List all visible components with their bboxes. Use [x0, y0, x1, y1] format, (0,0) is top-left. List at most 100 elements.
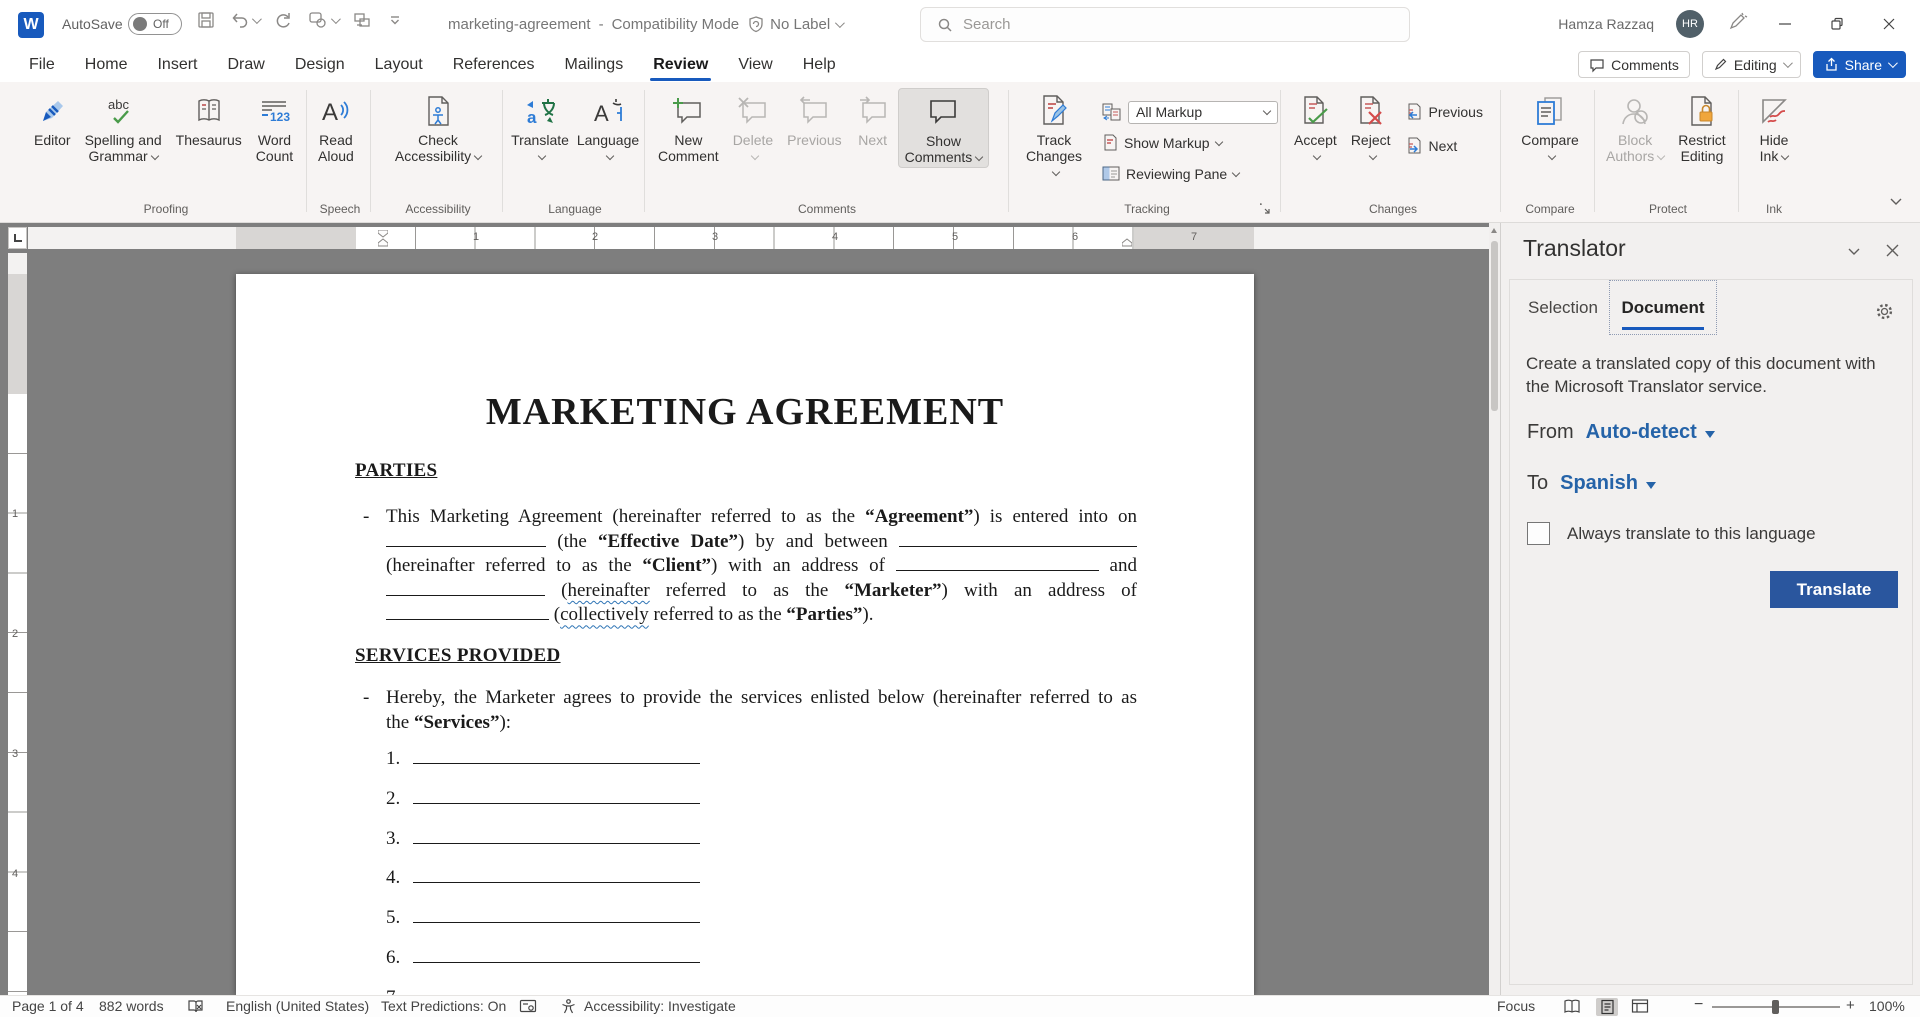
- search-box[interactable]: [920, 7, 1410, 42]
- reject-button[interactable]: Reject: [1345, 88, 1397, 160]
- accept-button[interactable]: Accept: [1288, 88, 1343, 160]
- focus-button[interactable]: Focus: [1497, 998, 1535, 1014]
- collapse-ribbon-button[interactable]: [1888, 193, 1904, 214]
- always-translate-checkbox[interactable]: [1527, 522, 1550, 545]
- vertical-ruler[interactable]: 1 2 3 4: [8, 253, 27, 995]
- show-comments-button[interactable]: ShowComments: [898, 88, 990, 168]
- word-count-button[interactable]: 123 WordCount: [250, 88, 299, 166]
- read-aloud-button[interactable]: A ReadAloud: [312, 88, 360, 166]
- undo-button[interactable]: [230, 10, 259, 30]
- tab-review[interactable]: Review: [638, 48, 723, 82]
- sensitivity-button[interactable]: No Label: [747, 15, 842, 33]
- proofing-status-button[interactable]: [187, 998, 204, 1017]
- web-layout-button[interactable]: [1631, 998, 1649, 1017]
- next-change-button[interactable]: Next: [1405, 134, 1483, 158]
- compare-button[interactable]: Compare: [1515, 88, 1585, 160]
- tab-document[interactable]: Document: [1609, 280, 1717, 335]
- markup-select[interactable]: All Markup: [1128, 101, 1278, 124]
- print-layout-button[interactable]: [1596, 998, 1618, 1016]
- thesaurus-button[interactable]: Thesaurus: [170, 88, 248, 150]
- tab-selection[interactable]: Selection: [1528, 298, 1598, 318]
- group-label-compare: Compare: [1508, 202, 1592, 216]
- tracking-dialog-launcher[interactable]: [1258, 202, 1272, 216]
- translate-button[interactable]: a Translate: [508, 88, 572, 160]
- share-button[interactable]: Share: [1813, 51, 1906, 78]
- language-button[interactable]: A Language: [574, 88, 642, 160]
- left-indent-marker[interactable]: [378, 230, 388, 252]
- close-button[interactable]: [1874, 9, 1904, 39]
- hide-ink-button[interactable]: HideInk: [1752, 88, 1796, 166]
- always-translate-label: Always translate to this language: [1567, 524, 1816, 544]
- scrollbar-thumb[interactable]: [1491, 241, 1498, 411]
- spelling-grammar-button[interactable]: abc Spelling andGrammar: [79, 88, 168, 166]
- tab-file[interactable]: File: [14, 48, 70, 82]
- from-language-dropdown[interactable]: Auto-detect: [1586, 421, 1715, 444]
- show-markup-label: Show Markup: [1124, 135, 1210, 151]
- svg-text:abc: abc: [108, 97, 129, 112]
- user-name: Hamza Razzaq: [1558, 16, 1654, 32]
- shapes-button[interactable]: [307, 10, 338, 30]
- restore-button[interactable]: [1822, 9, 1852, 39]
- horizontal-ruler[interactable]: 1 2 3 4 5 6 7: [28, 227, 1489, 249]
- scroll-up-icon[interactable]: [1491, 228, 1497, 233]
- zoom-slider-thumb[interactable]: [1772, 1000, 1779, 1014]
- autosave-toggle[interactable]: Off: [128, 13, 182, 35]
- tab-home[interactable]: Home: [70, 48, 143, 82]
- avatar[interactable]: HR: [1676, 10, 1704, 38]
- zoom-out-button[interactable]: −: [1694, 996, 1703, 1014]
- restrict-editing-button[interactable]: RestrictEditing: [1672, 88, 1731, 166]
- read-mode-button[interactable]: [1563, 998, 1581, 1017]
- tab-references[interactable]: References: [438, 48, 550, 82]
- previous-change-label: Previous: [1429, 104, 1483, 120]
- editor-button[interactable]: Editor: [28, 88, 77, 150]
- document-page[interactable]: MARKETING AGREEMENT PARTIES - This Marke…: [236, 274, 1254, 995]
- tab-design[interactable]: Design: [280, 48, 360, 82]
- tab-stop-selector[interactable]: [8, 227, 27, 249]
- close-pane-button[interactable]: [1885, 243, 1900, 263]
- translate-action-button[interactable]: Translate: [1770, 571, 1898, 608]
- tab-help[interactable]: Help: [788, 48, 851, 82]
- tab-layout[interactable]: Layout: [360, 48, 438, 82]
- tab-mailings[interactable]: Mailings: [550, 48, 639, 82]
- editing-mode-button[interactable]: Editing: [1702, 51, 1801, 78]
- reviewing-pane-button[interactable]: Reviewing Pane: [1102, 162, 1278, 186]
- save-button[interactable]: [196, 10, 216, 30]
- gear-icon: [1875, 302, 1894, 321]
- translator-settings-button[interactable]: [1875, 302, 1894, 326]
- pen-sparkle-button[interactable]: [1726, 11, 1748, 38]
- search-input[interactable]: [963, 16, 1363, 33]
- collapse-pane-button[interactable]: [1846, 243, 1862, 264]
- customize-qat-button[interactable]: [388, 13, 402, 27]
- status-monitor-icon: [519, 998, 537, 1015]
- new-comment-button[interactable]: NewComment: [652, 88, 725, 166]
- accessibility-indicator[interactable]: Accessibility: Investigate: [584, 998, 736, 1014]
- previous-change-button[interactable]: Previous: [1405, 100, 1483, 124]
- show-markup-button[interactable]: Show Markup: [1102, 131, 1278, 155]
- zoom-in-button[interactable]: +: [1846, 997, 1855, 1014]
- touch-mode-button[interactable]: [352, 10, 374, 30]
- status-monitor-button[interactable]: [519, 998, 537, 1017]
- ruler-number: 1: [473, 231, 479, 243]
- tab-insert[interactable]: Insert: [142, 48, 212, 82]
- check-accessibility-button[interactable]: CheckAccessibility: [389, 88, 487, 166]
- redo-icon: [273, 10, 293, 30]
- shapes-icon: [307, 10, 329, 30]
- show-markup-icon: [1102, 134, 1118, 152]
- previous-comment-button: Previous: [781, 88, 847, 150]
- tab-view[interactable]: View: [723, 48, 787, 82]
- track-changes-button[interactable]: TrackChanges: [1016, 88, 1092, 182]
- right-indent-marker[interactable]: [1122, 230, 1132, 252]
- word-count-indicator[interactable]: 882 words: [99, 998, 164, 1014]
- zoom-level[interactable]: 100%: [1869, 998, 1905, 1014]
- comments-toggle-button[interactable]: Comments: [1578, 51, 1690, 78]
- language-indicator[interactable]: English (United States): [226, 998, 369, 1014]
- to-language-dropdown[interactable]: Spanish: [1560, 472, 1656, 495]
- page-indicator[interactable]: Page 1 of 4: [12, 998, 84, 1014]
- minimize-button[interactable]: [1770, 9, 1800, 39]
- search-icon: [937, 17, 953, 33]
- redo-button[interactable]: [273, 10, 293, 30]
- tab-draw[interactable]: Draw: [212, 48, 279, 82]
- text-predictions-indicator[interactable]: Text Predictions: On: [381, 998, 506, 1014]
- accessibility-status-button[interactable]: [560, 998, 577, 1017]
- vertical-scrollbar[interactable]: [1489, 223, 1500, 995]
